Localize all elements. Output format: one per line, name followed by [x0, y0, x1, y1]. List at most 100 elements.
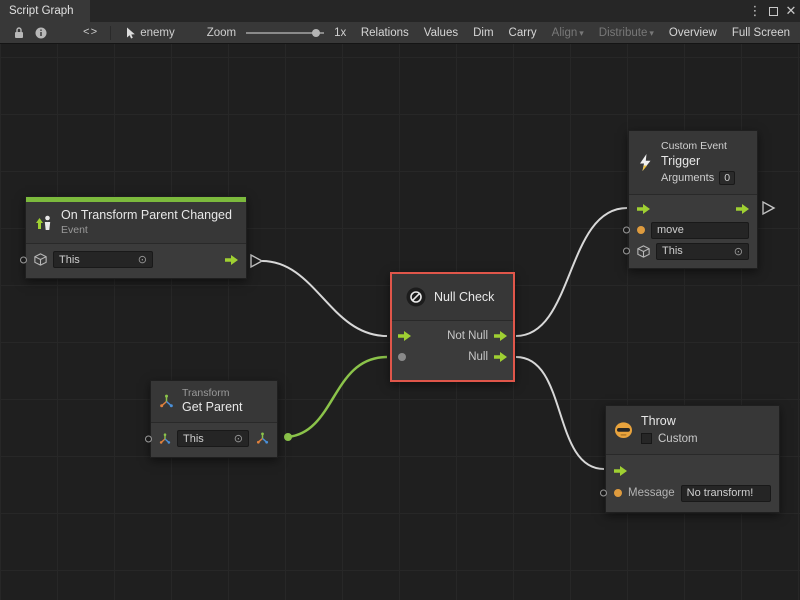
- node-header: Custom Event Trigger Arguments 0: [629, 131, 757, 194]
- not-null-row: Not Null: [398, 325, 507, 346]
- string-port[interactable]: [614, 489, 622, 497]
- message-field[interactable]: No transform!: [681, 485, 771, 502]
- this-port-row: This ⊙: [159, 428, 269, 450]
- value-input-port[interactable]: [20, 256, 27, 263]
- null-output-port[interactable]: [494, 352, 507, 362]
- this-field-value: This: [59, 254, 80, 266]
- object-picker-icon[interactable]: ⊙: [734, 245, 743, 258]
- control-input-port[interactable]: [637, 204, 650, 214]
- this-field[interactable]: This ⊙: [177, 430, 249, 447]
- maximize-square: [769, 7, 778, 16]
- align-button[interactable]: Align▾: [552, 27, 584, 39]
- control-input-port[interactable]: [398, 331, 411, 341]
- cube-icon: [637, 245, 650, 258]
- code-icon[interactable]: <>: [78, 22, 103, 43]
- align-label: Align: [552, 27, 578, 39]
- node-body: This ⊙: [151, 422, 277, 457]
- chevron-down-icon: ▾: [649, 28, 654, 38]
- play-triangle-icon: [763, 202, 774, 214]
- node-titles: Transform Get Parent: [182, 387, 242, 416]
- arguments-label: Arguments: [661, 171, 714, 186]
- message-value: No transform!: [687, 487, 754, 499]
- custom-checkbox[interactable]: [641, 433, 652, 444]
- script-graph-window: Script Graph ⋮ ✕ <> enemy Zoom 1x Relati…: [0, 0, 800, 600]
- node-get-parent[interactable]: Transform Get Parent This ⊙: [150, 380, 278, 458]
- distribute-button[interactable]: Distribute▾: [599, 27, 654, 39]
- zoom-slider-knob[interactable]: [312, 29, 320, 37]
- message-row: Message No transform!: [614, 482, 771, 504]
- zoom-slider[interactable]: [246, 26, 324, 40]
- node-category: Transform: [182, 387, 242, 400]
- null-label: Null: [468, 351, 488, 363]
- node-on-transform-parent-changed[interactable]: On Transform Parent Changed Event This ⊙: [25, 196, 247, 279]
- lock-icon[interactable]: [8, 22, 30, 43]
- wire-notnull-to-customevent: [516, 208, 627, 336]
- null-check-icon: [406, 287, 426, 307]
- node-title: On Transform Parent Changed: [61, 208, 232, 224]
- transform-output-port[interactable]: [256, 432, 269, 445]
- wire-null-to-throw: [516, 357, 604, 469]
- toolbar-buttons: Relations Values Dim Carry Align▾ Distri…: [361, 27, 792, 39]
- relations-button[interactable]: Relations: [361, 27, 409, 39]
- not-null-output-port[interactable]: [494, 331, 507, 341]
- node-titles: On Transform Parent Changed Event: [61, 208, 232, 237]
- wire-event-to-nullcheck: [262, 261, 387, 336]
- control-ports-row: [637, 199, 749, 220]
- this-field-value: This: [662, 245, 683, 257]
- chevron-down-icon: ▾: [579, 28, 584, 38]
- this-port-row: This ⊙: [637, 241, 749, 262]
- maximize-icon[interactable]: [764, 0, 782, 22]
- event-name-field[interactable]: move: [651, 222, 749, 239]
- fullscreen-button[interactable]: Full Screen: [732, 27, 790, 39]
- custom-option-row: Custom: [641, 432, 698, 446]
- value-input-port[interactable]: [398, 353, 406, 361]
- this-field[interactable]: This ⊙: [656, 243, 749, 260]
- value-input-port[interactable]: [623, 227, 630, 234]
- control-output-port[interactable]: [736, 204, 749, 214]
- close-icon[interactable]: ✕: [782, 0, 800, 22]
- control-output-port[interactable]: [225, 255, 238, 265]
- object-picker-icon[interactable]: ⊙: [138, 253, 147, 266]
- info-icon[interactable]: [30, 22, 52, 43]
- node-header: Null Check: [392, 274, 513, 320]
- value-input-port[interactable]: [623, 248, 630, 255]
- event-name-value: move: [657, 224, 684, 236]
- node-null-check[interactable]: Null Check Not Null Null: [390, 272, 515, 382]
- this-field[interactable]: This ⊙: [53, 251, 153, 268]
- tab-script-graph[interactable]: Script Graph: [0, 0, 90, 22]
- node-trigger-custom-event[interactable]: Custom Event Trigger Arguments 0: [628, 130, 758, 269]
- node-throw[interactable]: Throw Custom Message: [605, 405, 780, 513]
- lightning-icon: [637, 153, 653, 172]
- transform-parent-event-icon: [34, 214, 53, 231]
- zoom-value: 1x: [334, 27, 346, 39]
- not-null-label: Not Null: [447, 330, 488, 342]
- value-wire-start-dot: [284, 433, 292, 441]
- control-input-port[interactable]: [614, 466, 627, 476]
- graph-cursor-icon: [126, 27, 136, 39]
- arguments-row: Arguments 0: [661, 171, 735, 186]
- dim-button[interactable]: Dim: [473, 27, 493, 39]
- arguments-field[interactable]: 0: [719, 171, 735, 185]
- transform-icon: [159, 433, 171, 445]
- node-category: Custom Event: [661, 139, 735, 153]
- values-button[interactable]: Values: [424, 27, 458, 39]
- play-triangle-icon: [251, 255, 262, 267]
- node-titles: Custom Event Trigger Arguments 0: [661, 139, 735, 186]
- zoom-label: Zoom: [207, 27, 236, 39]
- graph-canvas[interactable]: On Transform Parent Changed Event This ⊙: [0, 44, 800, 600]
- carry-button[interactable]: Carry: [509, 27, 537, 39]
- node-subtitle: Event: [61, 224, 232, 237]
- tab-bar: Script Graph ⋮ ✕: [0, 0, 800, 22]
- this-port-row: This ⊙: [34, 249, 238, 271]
- kebab-menu-icon[interactable]: ⋮: [746, 0, 764, 22]
- value-input-port[interactable]: [145, 435, 152, 442]
- overview-button[interactable]: Overview: [669, 27, 717, 39]
- value-input-port[interactable]: [600, 490, 607, 497]
- graph-toolbar: <> enemy Zoom 1x Relations Values Dim Ca…: [0, 22, 800, 44]
- node-title: Get Parent: [182, 400, 242, 416]
- string-port[interactable]: [637, 226, 645, 234]
- tab-title: Script Graph: [9, 5, 74, 17]
- object-picker-icon[interactable]: ⊙: [234, 432, 243, 445]
- node-body: Message No transform!: [606, 454, 779, 512]
- null-row: Null: [398, 346, 507, 367]
